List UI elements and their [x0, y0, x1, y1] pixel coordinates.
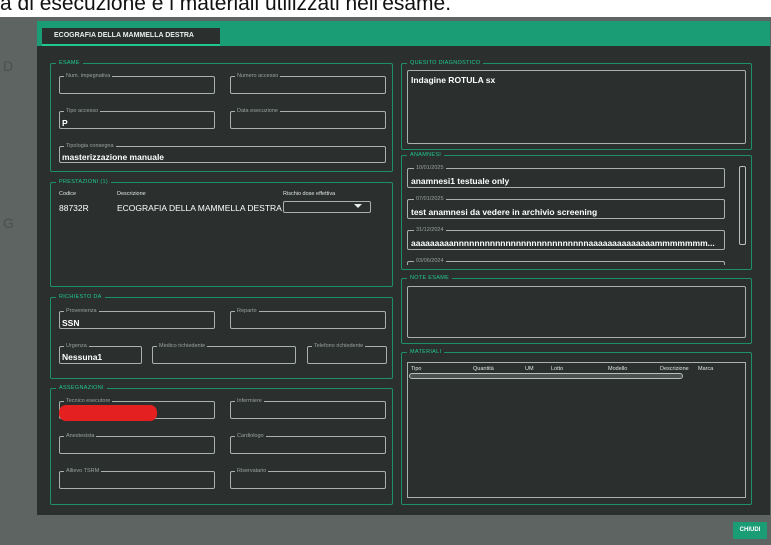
- note-textarea[interactable]: [407, 286, 746, 338]
- background-glyph: G: [3, 215, 14, 231]
- tab-label: ECOGRAFIA DELLA MAMMELLA DESTRA: [54, 32, 194, 39]
- anamnesi-date: 31/12/2024: [414, 227, 446, 234]
- anamnesi-scrollbar[interactable]: [739, 166, 746, 245]
- close-button[interactable]: CHIUDI: [733, 522, 767, 539]
- column-header-descrizione: Descrizione: [660, 366, 689, 372]
- provenienza-value: SSN: [62, 318, 80, 328]
- column-header-marca: Marca: [698, 366, 714, 372]
- column-header-descrizione: Descrizione: [117, 191, 146, 197]
- section-richiesto-da: [50, 297, 393, 379]
- prestazione-descrizione: ECOGRAFIA DELLA MAMMELLA DESTRA: [117, 203, 282, 213]
- column-header-tipo: Tipo: [411, 366, 422, 372]
- section-prestazioni-legend: PRESTAZIONI (1): [56, 179, 112, 186]
- section-assegnazioni-legend: ASSEGNAZIONI: [56, 385, 107, 392]
- column-header-quantita: Quantità: [473, 366, 494, 372]
- anamnesi-entry[interactable]: [407, 261, 725, 265]
- section-anamnesi-legend: ANAMNESI: [407, 152, 445, 159]
- section-richiesto-legend: RICHIESTO DA: [56, 294, 105, 301]
- urgenza-label: Urgenza: [64, 343, 89, 350]
- tipologia-consegna-label: Tipologia consegna: [64, 143, 116, 150]
- section-note-legend: NOTE ESAME: [407, 275, 453, 282]
- urgenza-value: Nessuna1: [62, 352, 103, 362]
- numero-accesso-label: Numero accesso: [235, 73, 281, 80]
- anamnesi-text: aaaaaaaaannnnnnnnnnnnnnnnnnnnnnnnnnaaaaa…: [411, 238, 715, 248]
- background-caption: a di esecuzione e i materiali utilizzati…: [0, 0, 452, 15]
- materiali-table: [407, 362, 746, 498]
- section-prestazioni: [50, 182, 393, 287]
- num-impegnativa-label: Num. impegnativa: [64, 73, 113, 80]
- chevron-down-icon: [354, 204, 362, 208]
- anamnesi-date: 10/01/2025: [414, 165, 446, 172]
- section-quesito-legend: QUESITO DIAGNOSTICO: [407, 60, 484, 67]
- section-esame-legend: ESAME: [56, 60, 83, 67]
- infermiere-label: Infermiere: [235, 398, 264, 405]
- anamnesi-text: anamnesi1 testuale only: [411, 176, 510, 186]
- provenienza-label: Provenienza: [64, 308, 99, 315]
- quesito-text: Indagine ROTULA sx: [411, 75, 496, 85]
- medico-richiedente-label: Medico richiedente: [157, 343, 208, 350]
- reparto-label: Reparto: [235, 308, 259, 315]
- column-header-rischio: Rischio dose effettiva: [283, 191, 336, 197]
- materiali-horizontal-scrollbar[interactable]: [409, 373, 683, 379]
- column-header-codice: Codice: [59, 191, 77, 197]
- tipo-accesso-label: Tipo accesso: [64, 108, 101, 115]
- section-materiali-legend: MATERIALI: [407, 349, 445, 356]
- tab-active-indicator: [42, 44, 220, 46]
- column-header-lotto: Lotto: [551, 366, 564, 372]
- allievo-tsrm-label: Allievo TSRM: [64, 468, 102, 475]
- tipo-accesso-value: P: [62, 118, 68, 128]
- tipologia-consegna-value: masterizzazione manuale: [62, 152, 165, 162]
- riservatario-label: Riservatario: [235, 468, 269, 475]
- anamnesi-date: 03/06/2024: [414, 258, 446, 265]
- redaction-mark: [59, 405, 157, 421]
- data-esecuzione-label: Data esecuzione: [235, 108, 280, 115]
- anestesista-label: Anestesista: [64, 433, 97, 440]
- telefono-richiedente-label: Telefono richiedente: [312, 343, 366, 350]
- anamnesi-date: 07/01/2025: [414, 196, 446, 203]
- column-header-um: UM: [525, 366, 534, 372]
- tecnico-esecutore-label: Tecnico esecutore: [64, 398, 113, 405]
- prestazione-codice: 88732R: [59, 203, 89, 213]
- cardiologo-label: Cardiologo: [235, 433, 266, 440]
- background-glyph: D: [3, 58, 14, 74]
- column-header-modello: Modello: [608, 366, 628, 372]
- anamnesi-text: test anamnesi da vedere in archivio scre…: [411, 207, 598, 217]
